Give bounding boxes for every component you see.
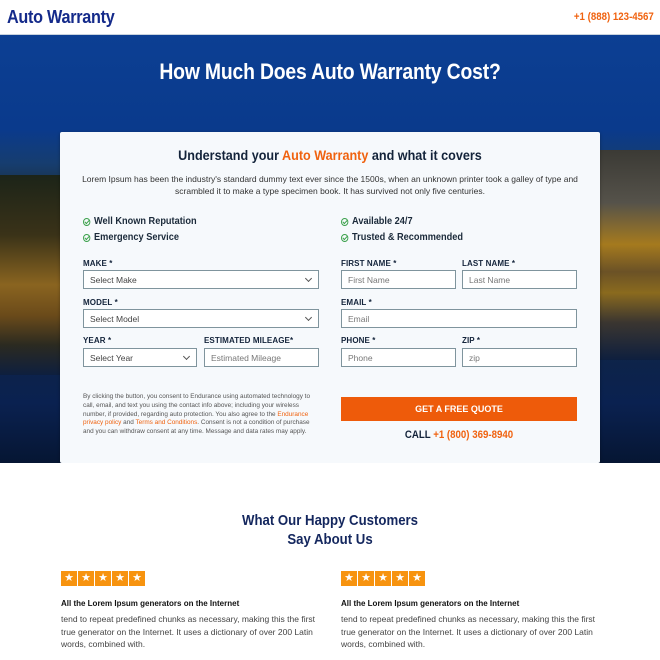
check-circle-icon [83, 233, 91, 242]
zip-label: ZIP * [462, 336, 481, 345]
header-phone-link[interactable]: +1 (888) 123-4567 [574, 11, 654, 23]
feature-label: Available 24/7 [352, 216, 413, 227]
star-icon: ★ [95, 571, 111, 586]
chevron-down-icon [304, 313, 313, 322]
make-select[interactable]: Select Make [83, 270, 319, 289]
testimonial-body: tend to repeat predefined chunks as nece… [61, 614, 316, 649]
year-select-value: Select Year [90, 353, 134, 363]
terms-link[interactable]: Terms and Conditions [135, 419, 197, 426]
testimonial-heading: All the Lorem Ipsum generators on the In… [61, 599, 240, 608]
chevron-down-icon [182, 352, 191, 361]
title-accent: Auto Warranty [282, 147, 369, 163]
consent-text-part: and [121, 419, 136, 427]
model-label: MODEL * [83, 298, 118, 307]
testimonials-title-line2: Say About Us [287, 531, 373, 548]
hero-title: How Much Does Auto Warranty Cost? [159, 59, 501, 84]
chevron-down-icon [304, 274, 313, 283]
get-free-quote-button[interactable]: GET A FREE QUOTE [341, 397, 577, 421]
star-icon: ★ [78, 571, 94, 586]
phone-label: PHONE * [341, 336, 376, 345]
quote-form-card: Understand your Auto Warranty and what i… [60, 132, 600, 463]
testimonial-heading: All the Lorem Ipsum generators on the In… [341, 599, 520, 608]
last-name-input[interactable]: Last Name [462, 270, 577, 289]
feature-item: Well Known Reputation [83, 216, 197, 227]
star-icon: ★ [409, 571, 425, 586]
check-circle-icon [341, 217, 349, 226]
email-label: EMAIL * [341, 298, 372, 307]
year-select[interactable]: Select Year [83, 348, 197, 367]
call-line: CALL +1 (800) 369-8940 [355, 429, 563, 441]
hero-section: How Much Does Auto Warranty Cost? Unders… [0, 35, 660, 463]
call-phone-link[interactable]: +1 (800) 369-8940 [433, 429, 513, 441]
mileage-input[interactable]: Estimated Mileage [204, 348, 319, 367]
title-text-end: and what it covers [368, 147, 482, 163]
mileage-label: ESTIMATED MILEAGE* [204, 336, 294, 345]
star-icon: ★ [129, 571, 145, 586]
star-rating: ★ ★ ★ ★ ★ [341, 571, 425, 586]
consent-text: By clicking the button, you consent to E… [83, 393, 321, 437]
year-label: YEAR * [83, 336, 112, 345]
form-card-title: Understand your Auto Warranty and what i… [87, 147, 573, 163]
call-prefix: CALL [404, 429, 434, 441]
testimonial-body: tend to repeat predefined chunks as nece… [341, 614, 596, 649]
email-input[interactable]: Email [341, 309, 577, 328]
form-card-description: Lorem Ipsum has been the industry's stan… [82, 174, 578, 196]
star-icon: ★ [61, 571, 77, 586]
star-icon: ★ [358, 571, 374, 586]
phone-input[interactable]: Phone [341, 348, 456, 367]
model-select-value: Select Model [90, 314, 140, 324]
title-text: Understand your [178, 147, 283, 163]
check-circle-icon [83, 217, 91, 226]
star-icon: ★ [112, 571, 128, 586]
star-icon: ★ [392, 571, 408, 586]
feature-label: Trusted & Recommended [352, 232, 463, 243]
last-name-label: LAST NAME * [462, 259, 516, 268]
feature-item: Emergency Service [83, 232, 179, 243]
testimonials-title: What Our Happy Customers Say About Us [40, 511, 621, 549]
first-name-label: FIRST NAME * [341, 259, 397, 268]
feature-item: Trusted & Recommended [341, 232, 463, 243]
star-rating: ★ ★ ★ ★ ★ [61, 571, 145, 586]
star-icon: ★ [375, 571, 391, 586]
consent-text-part: By clicking the button, you consent to E… [83, 393, 311, 418]
feature-item: Available 24/7 [341, 216, 413, 227]
feature-label: Well Known Reputation [94, 216, 197, 227]
brand-logo[interactable]: Auto Warranty [7, 7, 115, 28]
feature-label: Emergency Service [94, 232, 179, 243]
make-label: MAKE * [83, 259, 113, 268]
background-scenery-right [590, 150, 660, 360]
first-name-input[interactable]: First Name [341, 270, 456, 289]
zip-input[interactable]: zip [462, 348, 577, 367]
check-circle-icon [341, 233, 349, 242]
top-bar: Auto Warranty +1 (888) 123-4567 [0, 0, 660, 35]
make-select-value: Select Make [90, 275, 137, 285]
star-icon: ★ [341, 571, 357, 586]
model-select[interactable]: Select Model [83, 309, 319, 328]
testimonials-title-line1: What Our Happy Customers [241, 512, 419, 529]
